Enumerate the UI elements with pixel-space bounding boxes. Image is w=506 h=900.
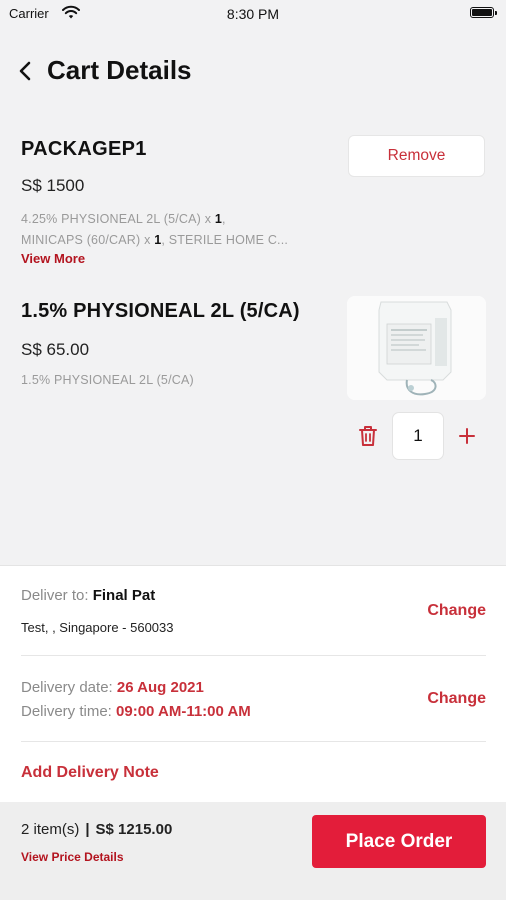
- page-title: Cart Details: [47, 55, 192, 85]
- deliver-to-row: Deliver to: Final Pat: [21, 587, 155, 604]
- package-line1-text: 4.25% PHYSIONEAL 2L (5/CA) x: [21, 212, 215, 226]
- trash-icon[interactable]: [357, 424, 379, 448]
- delivery-time-row: Delivery time: 09:00 AM-11:00 AM: [21, 703, 251, 720]
- cart-item-description: 4.25% PHYSIONEAL 2L (5/CA) x 1, MINICAPS…: [21, 212, 289, 247]
- summary-separator: |: [85, 821, 90, 838]
- battery-icon: [470, 7, 497, 18]
- item-count: 2 item(s): [21, 821, 80, 838]
- cart-item-price: S$ 1500: [21, 176, 85, 195]
- cart-item-name: 1.5% PHYSIONEAL 2L (5/CA): [21, 300, 300, 322]
- quantity-value[interactable]: 1: [392, 412, 444, 460]
- add-delivery-note-button[interactable]: Add Delivery Note: [21, 764, 159, 782]
- divider: [21, 741, 486, 742]
- cart-item-description: 1.5% PHYSIONEAL 2L (5/CA): [21, 373, 194, 387]
- view-price-details-link[interactable]: View Price Details: [21, 850, 124, 864]
- change-delivery-time-button[interactable]: Change: [427, 690, 486, 708]
- delivery-address: Test, , Singapore - 560033: [21, 620, 174, 635]
- package-line2-rest: , STERILE HOME C...: [161, 233, 289, 247]
- view-more-link[interactable]: View More: [21, 251, 85, 266]
- cart-item-name: PACKAGEP1: [21, 138, 147, 160]
- back-chevron-icon[interactable]: [14, 58, 38, 84]
- plus-icon[interactable]: [455, 424, 479, 448]
- order-total: S$ 1215.00: [95, 821, 173, 838]
- delivery-time-value: 09:00 AM-11:00 AM: [116, 703, 251, 720]
- cart-item-price: S$ 65.00: [21, 340, 90, 359]
- status-bar: Carrier 8:30 PM: [0, 0, 506, 28]
- remove-button[interactable]: Remove: [348, 135, 485, 177]
- deliver-to-name: Final Pat: [92, 587, 156, 604]
- delivery-date-label: Delivery date:: [21, 679, 117, 696]
- place-order-button[interactable]: Place Order: [312, 815, 486, 868]
- delivery-date-row: Delivery date: 26 Aug 2021: [21, 679, 204, 696]
- package-line2-text: MINICAPS (60/CAR) x: [21, 233, 155, 247]
- package-line1-qty: 1: [214, 212, 222, 226]
- order-summary: 2 item(s) | S$ 1215.00: [21, 821, 172, 838]
- product-image: [347, 296, 486, 400]
- change-address-button[interactable]: Change: [427, 602, 486, 620]
- delivery-time-label: Delivery time:: [21, 703, 117, 720]
- deliver-to-label: Deliver to:: [21, 587, 93, 604]
- clock-time: 8:30 PM: [226, 6, 280, 22]
- delivery-date-value: 26 Aug 2021: [116, 679, 204, 696]
- divider: [21, 655, 486, 656]
